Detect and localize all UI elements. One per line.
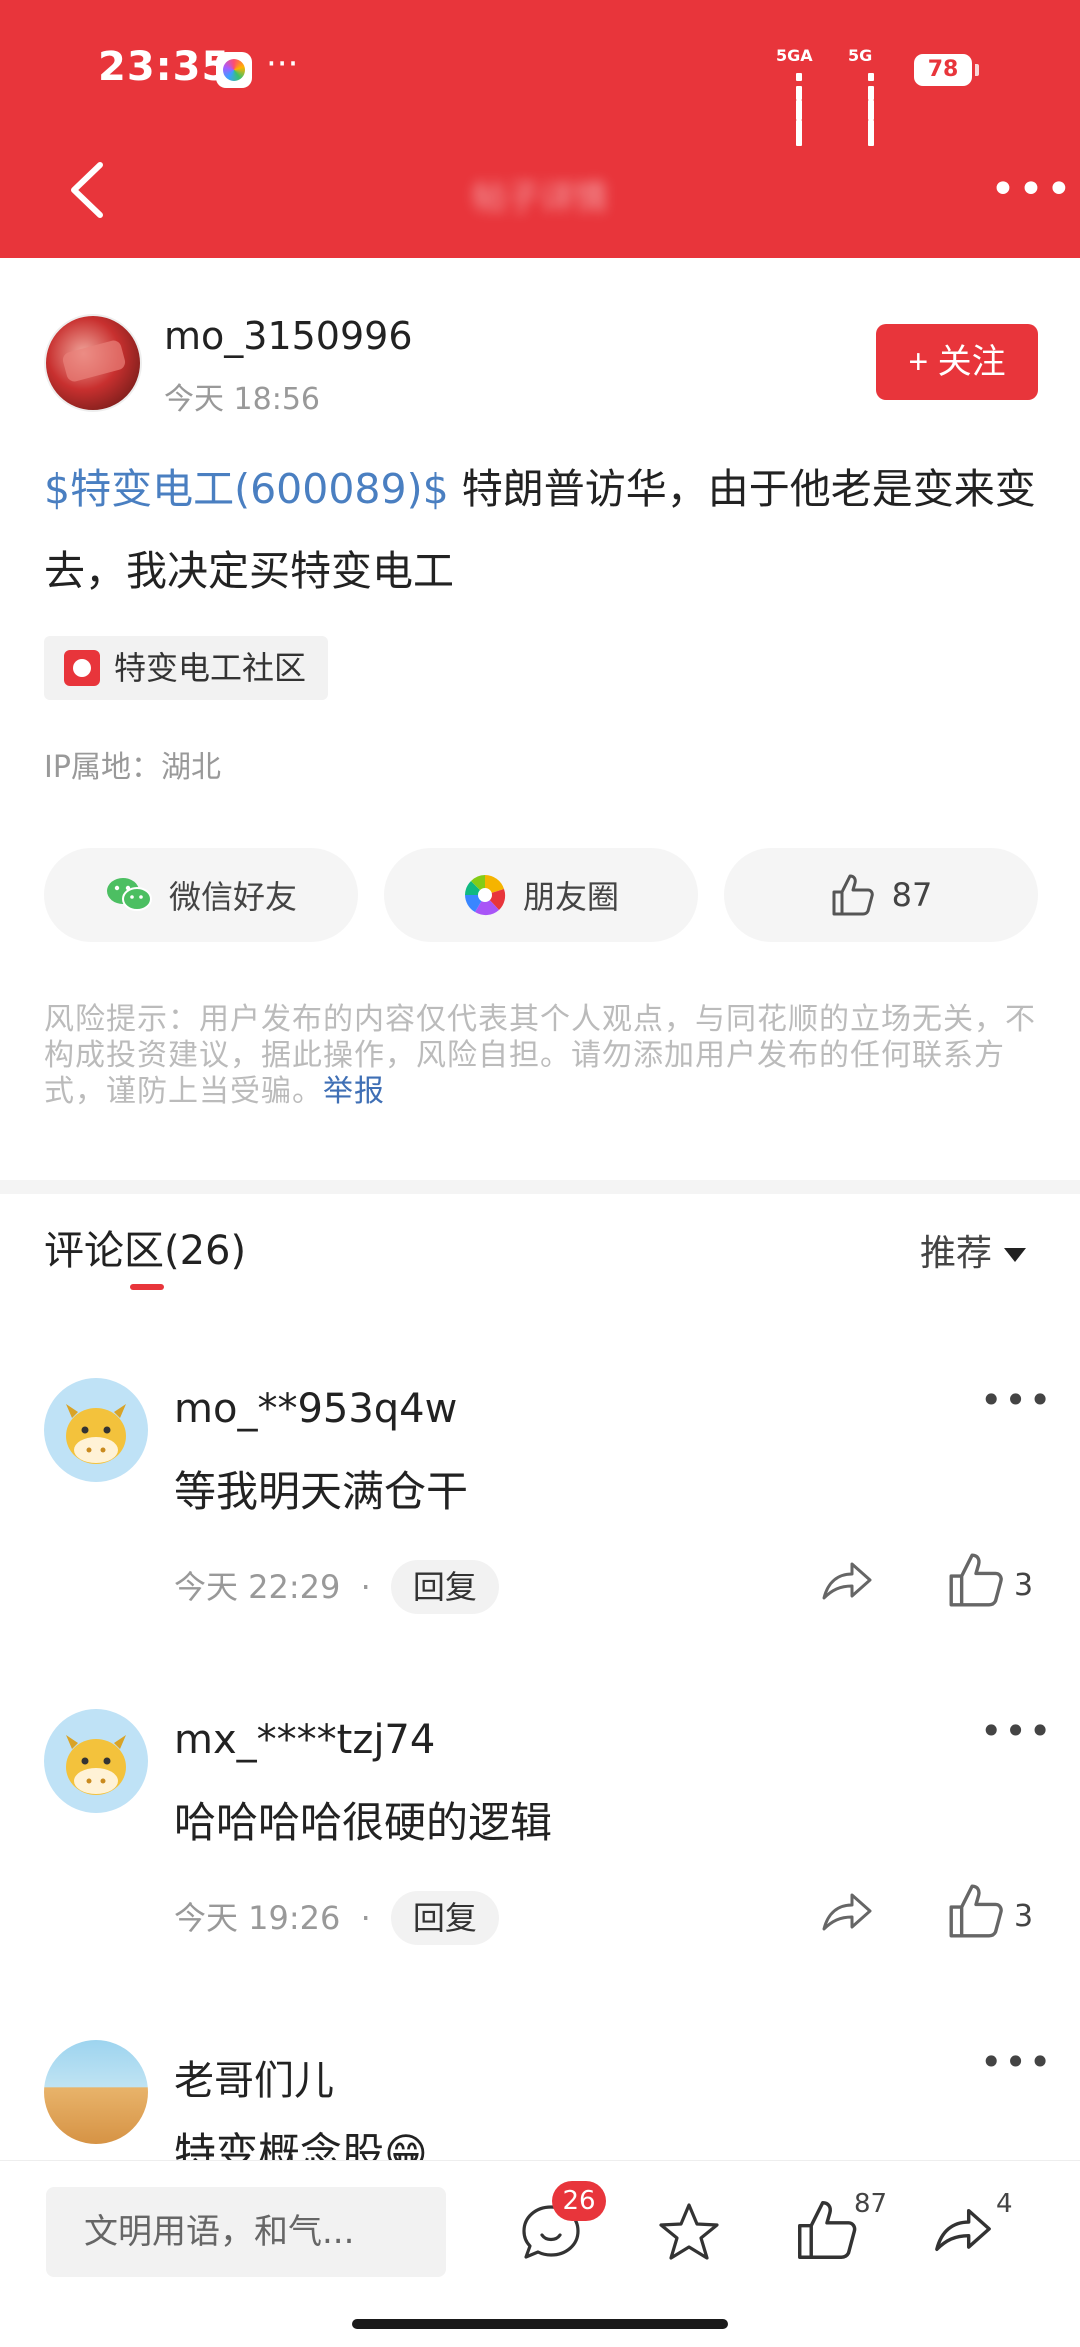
share-count: 4 bbox=[996, 2189, 1013, 2219]
comment-like-icon[interactable] bbox=[946, 1881, 1006, 1941]
post-like-count: 87 bbox=[891, 876, 933, 914]
commenter-avatar[interactable] bbox=[44, 2040, 148, 2144]
risk-notice: 风险提示：用户发布的内容仅代表其个人观点，与同花顺的立场无关，不构成投资建议，据… bbox=[44, 1002, 1040, 1110]
share-moments-button[interactable]: 朋友圈 bbox=[384, 848, 698, 942]
comments-tab-indicator bbox=[130, 1284, 164, 1290]
comment-time: 今天 22:29 bbox=[174, 1568, 341, 1606]
commenter-name[interactable]: mo_**953q4w bbox=[174, 1386, 457, 1432]
commenter-avatar[interactable] bbox=[44, 1709, 148, 1813]
community-icon bbox=[64, 650, 100, 686]
comment-like-icon[interactable] bbox=[946, 1550, 1006, 1610]
sort-label: 推荐 bbox=[920, 1233, 993, 1274]
report-link[interactable]: 举报 bbox=[323, 1074, 385, 1109]
wechat-icon bbox=[106, 878, 152, 911]
more-options-icon[interactable]: ••• bbox=[990, 168, 1074, 212]
community-label: 特变电工社区 bbox=[114, 649, 307, 687]
moments-icon bbox=[464, 875, 506, 916]
comment-more-icon[interactable]: ••• bbox=[980, 2040, 1053, 2084]
comment-meta: 今天 19:26 · 回复 bbox=[174, 1891, 499, 1945]
comment-share-icon[interactable] bbox=[818, 1883, 876, 1941]
app-notification-icon bbox=[216, 52, 252, 88]
back-button[interactable] bbox=[60, 155, 120, 225]
more-notifications-icon: ··· bbox=[266, 44, 299, 84]
comment-like-count: 3 bbox=[1014, 1899, 1034, 1934]
comments-title[interactable]: 评论区(26) bbox=[44, 1218, 246, 1276]
comment-count-badge: 26 bbox=[552, 2181, 606, 2221]
signal-5ga-label: 5GA bbox=[776, 46, 813, 65]
stock-tag-link[interactable]: $特变电工(600089)$ bbox=[44, 465, 449, 513]
comment-like-count: 3 bbox=[1014, 1568, 1034, 1603]
risk-text: 风险提示：用户发布的内容仅代表其个人观点，与同花顺的立场无关，不构成投资建议，据… bbox=[44, 1002, 1036, 1109]
community-tag[interactable]: 特变电工社区 bbox=[44, 636, 329, 700]
favorite-star-icon[interactable] bbox=[654, 2197, 724, 2267]
author-name[interactable]: mo_3150996 bbox=[164, 314, 413, 358]
commenter-avatar[interactable] bbox=[44, 1378, 148, 1482]
comment-input[interactable]: 文明用语，和气... bbox=[46, 2187, 446, 2277]
sort-dropdown[interactable]: 推荐 bbox=[920, 1224, 1027, 1276]
comment-share-icon[interactable] bbox=[818, 1552, 876, 1610]
comment-time: 今天 19:26 bbox=[174, 1899, 341, 1937]
ip-location: IP属地：湖北 bbox=[44, 750, 221, 785]
share-row: 微信好友 朋友圈 87 bbox=[44, 848, 1038, 942]
bottom-bar: 文明用语，和气... 26 87 4 bbox=[0, 2160, 1080, 2347]
comment-item: 老哥们儿 ••• 特变概念股😁 bbox=[0, 2040, 1080, 2160]
comment-more-icon[interactable]: ••• bbox=[980, 1709, 1053, 1753]
share-wechat-label: 微信好友 bbox=[168, 878, 297, 916]
cow-avatar-icon bbox=[66, 1735, 126, 1795]
post-time: 今天 18:56 bbox=[164, 382, 320, 417]
comment-text: 特变概念股😁 bbox=[174, 2129, 428, 2160]
commenter-name[interactable]: 老哥们儿 bbox=[174, 2048, 334, 2106]
home-indicator[interactable] bbox=[352, 2319, 728, 2329]
top-header: 23:35 ··· 5GA 5G 78 帖子详情 ••• bbox=[0, 0, 1080, 258]
share-moments-label: 朋友圈 bbox=[522, 878, 619, 916]
status-time: 23:35 bbox=[98, 44, 231, 90]
like-count: 87 bbox=[854, 2189, 888, 2219]
comment-item: mo_**953q4w ••• 等我明天满仓干 今天 22:29 · 回复 3 bbox=[0, 1378, 1080, 1708]
follow-button[interactable]: + 关注 bbox=[876, 324, 1038, 400]
nav-title: 帖子详情 bbox=[472, 178, 608, 218]
battery-icon: 78 bbox=[914, 54, 979, 86]
comment-more-icon[interactable]: ••• bbox=[980, 1378, 1053, 1422]
author-avatar[interactable] bbox=[44, 314, 142, 412]
share-wechat-button[interactable]: 微信好友 bbox=[44, 848, 358, 942]
section-divider bbox=[0, 1180, 1080, 1194]
status-bar: 23:35 ··· 5GA 5G 78 bbox=[0, 0, 1080, 146]
thumbs-up-icon bbox=[832, 874, 874, 916]
caret-down-icon bbox=[1004, 1248, 1027, 1262]
commenter-name[interactable]: mx_****tzj74 bbox=[174, 1717, 435, 1763]
comment-text: 等我明天满仓干 bbox=[174, 1467, 469, 1516]
cow-avatar-icon bbox=[66, 1404, 126, 1464]
comment-text: 哈哈哈哈很硬的逻辑 bbox=[174, 1798, 553, 1847]
reply-button[interactable]: 回复 bbox=[390, 1891, 499, 1945]
comment-meta: 今天 22:29 · 回复 bbox=[174, 1560, 499, 1614]
comments-header: 评论区(26) 推荐 bbox=[0, 1194, 1080, 1310]
post-like-button[interactable]: 87 bbox=[724, 848, 1038, 942]
share-icon[interactable] bbox=[930, 2197, 1000, 2267]
post-content: $特变电工(600089)$ 特朗普访华，由于他老是变来变去，我决定买特变电工 bbox=[44, 448, 1044, 612]
reply-button[interactable]: 回复 bbox=[390, 1560, 499, 1614]
comment-item: mx_****tzj74 ••• 哈哈哈哈很硬的逻辑 今天 19:26 · 回复… bbox=[0, 1709, 1080, 2039]
